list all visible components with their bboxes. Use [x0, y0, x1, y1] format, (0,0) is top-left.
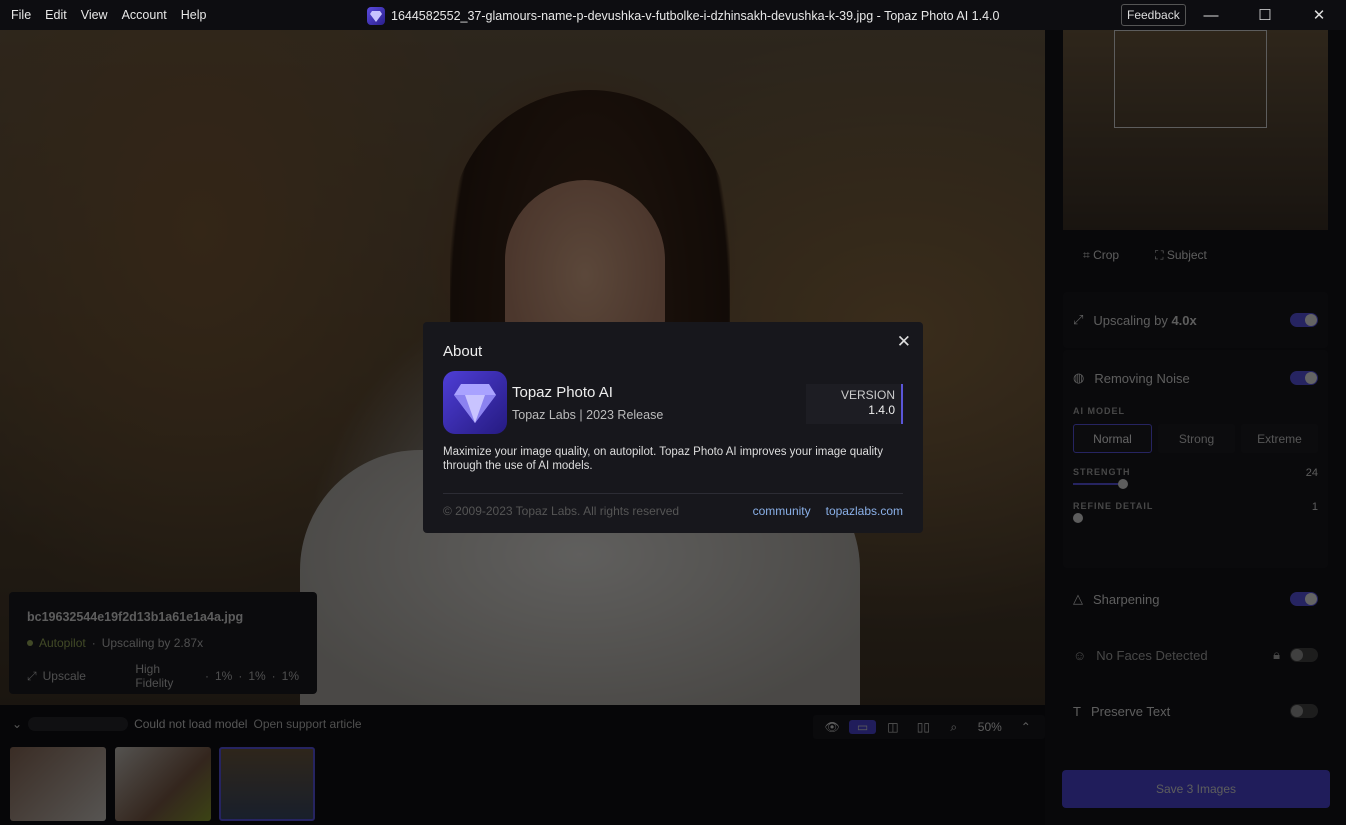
close-icon[interactable]: ✕	[897, 332, 911, 352]
crop-button[interactable]: ⌗ Crop	[1083, 248, 1119, 263]
maximize-icon[interactable]: ☐	[1242, 0, 1288, 30]
image-info-card: bc19632544e19f2d13b1a61e1a4a.jpg Autopil…	[9, 592, 317, 694]
menu-edit[interactable]: Edit	[38, 8, 74, 22]
window-title-text: 1644582552_37-glamours-name-p-devushka-v…	[391, 9, 1000, 23]
thumbnail-2[interactable]	[115, 747, 211, 821]
company-label: Topaz Labs	[512, 408, 576, 422]
subject-button[interactable]: ⛶ Subject	[1155, 248, 1207, 263]
version-value: 1.4.0	[868, 403, 895, 417]
sharpening-label[interactable]: Sharpening	[1093, 592, 1280, 607]
face-icon: ☺	[1073, 647, 1087, 663]
view-toolbar: 👁 ▭ ◫ ▯▯ ⌕ 50% ⌃	[813, 715, 1045, 739]
image-filename: bc19632544e19f2d13b1a61e1a4a.jpg	[27, 610, 244, 624]
noise-icon: ◍	[1073, 370, 1085, 385]
upscale-icon: ⤢	[27, 668, 37, 683]
dialog-title: About	[443, 343, 483, 360]
menu-help[interactable]: Help	[174, 8, 214, 22]
noise-toggle[interactable]	[1290, 371, 1318, 385]
eye-icon[interactable]: 👁	[819, 720, 845, 734]
split-view-icon[interactable]: ◫	[880, 720, 906, 734]
side-by-side-icon[interactable]: ▯▯	[910, 720, 936, 734]
text-toggle[interactable]	[1290, 704, 1318, 718]
window-title: 1644582552_37-glamours-name-p-devushka-v…	[367, 7, 999, 25]
right-panel: ⌗ Crop ⛶ Subject ⤢ Upscaling by 4.0x ◍ Rem…	[1045, 30, 1346, 825]
zoom-icon[interactable]: ⌕	[941, 720, 967, 735]
refine-slider[interactable]	[1073, 513, 1083, 523]
faces-label: No Faces Detected	[1096, 647, 1208, 663]
model-normal[interactable]: Normal	[1073, 424, 1152, 453]
faces-row: ☺ No Faces Detected 🔒︎	[1063, 627, 1328, 683]
app-name: Topaz Photo AI	[512, 384, 613, 401]
value-1: 1%	[214, 669, 233, 683]
progress-pill	[28, 717, 129, 731]
menu-file[interactable]: File	[4, 8, 38, 22]
community-link[interactable]: community	[753, 504, 811, 518]
sharpen-icon: △	[1073, 591, 1083, 606]
refine-caption: REFINE DETAIL	[1073, 501, 1154, 511]
menu-bar: File Edit View Account Help	[4, 8, 213, 22]
lock-icon: 🔒︎	[1273, 647, 1280, 662]
chevron-up-icon[interactable]: ⌃	[1013, 720, 1039, 734]
refine-value[interactable]: 1	[1312, 501, 1318, 513]
autopilot-label: Autopilot	[39, 636, 86, 650]
upscale-icon: ⤢	[1073, 312, 1084, 327]
value-2: 1%	[248, 669, 266, 683]
version-label: VERSION	[840, 388, 895, 402]
upscaling-info: Upscaling by 2.87x	[101, 636, 204, 650]
navigator-preview[interactable]	[1063, 30, 1328, 230]
app-description: Maximize your image quality, on autopilo…	[443, 446, 883, 472]
close-window-icon[interactable]: ✕	[1296, 0, 1342, 30]
upscaling-toggle[interactable]	[1290, 313, 1318, 327]
text-row: T Preserve Text	[1063, 683, 1328, 739]
noise-section: ◍ Removing Noise AI MODEL Normal Strong E…	[1063, 350, 1328, 568]
menu-account[interactable]: Account	[115, 8, 174, 22]
upscale-label: Upscale	[42, 669, 86, 683]
strength-value[interactable]: 24	[1306, 467, 1318, 479]
collapse-chevron-icon[interactable]: ⌄	[12, 717, 22, 731]
model-strong[interactable]: Strong	[1158, 424, 1235, 453]
text-icon: T	[1073, 703, 1081, 719]
feedback-button[interactable]: Feedback	[1121, 4, 1186, 26]
model-extreme[interactable]: Extreme	[1241, 424, 1318, 453]
copyright: © 2009-2023 Topaz Labs. All rights reser…	[443, 504, 680, 518]
strength-caption: STRENGTH	[1073, 467, 1131, 477]
thumbnail-3-selected[interactable]	[219, 747, 315, 821]
single-view-icon[interactable]: ▭	[849, 720, 876, 734]
upscaling-label[interactable]: Upscaling by 4.0x	[1093, 313, 1280, 328]
release-label: 2023 Release	[586, 408, 664, 422]
about-dialog: About ✕ Topaz Photo AI Topaz Labs | 2023…	[423, 322, 923, 533]
thumbnail-1[interactable]	[10, 747, 106, 821]
save-button[interactable]: Save 3 Images	[1062, 770, 1330, 808]
minimize-icon[interactable]: —	[1188, 0, 1234, 30]
zoom-level[interactable]: 50%	[971, 720, 1009, 734]
ai-model-caption: AI MODEL	[1073, 406, 1125, 416]
sharpening-row: △ Sharpening	[1063, 571, 1328, 627]
title-bar: File Edit View Account Help 1644582552_3…	[0, 0, 1346, 30]
autopilot-dot-icon	[27, 640, 33, 646]
website-link[interactable]: topazlabs.com	[826, 504, 903, 518]
faces-toggle[interactable]	[1290, 648, 1318, 662]
divider	[443, 493, 903, 494]
version-box: VERSION 1.4.0	[806, 384, 903, 424]
app-logo-icon	[367, 7, 385, 25]
sharpening-toggle[interactable]	[1290, 592, 1318, 606]
preserve-text-label[interactable]: Preserve Text	[1091, 704, 1280, 719]
app-logo-icon	[443, 371, 507, 434]
upscaling-section: ⤢ Upscaling by 4.0x	[1063, 292, 1328, 348]
strength-slider[interactable]	[1073, 479, 1133, 489]
app-company: Topaz Labs | 2023 Release	[512, 408, 664, 422]
value-3: 1%	[281, 669, 299, 683]
navigator-viewport[interactable]	[1114, 30, 1267, 128]
bottom-bar: ⌄ Could not load model Open support arti…	[0, 705, 1045, 825]
menu-view[interactable]: View	[74, 8, 115, 22]
fidelity-label: High Fidelity	[135, 662, 174, 690]
noise-label[interactable]: Removing Noise	[1094, 371, 1280, 386]
status-message: Could not load model	[134, 717, 248, 731]
support-link[interactable]: Open support article	[253, 717, 361, 731]
